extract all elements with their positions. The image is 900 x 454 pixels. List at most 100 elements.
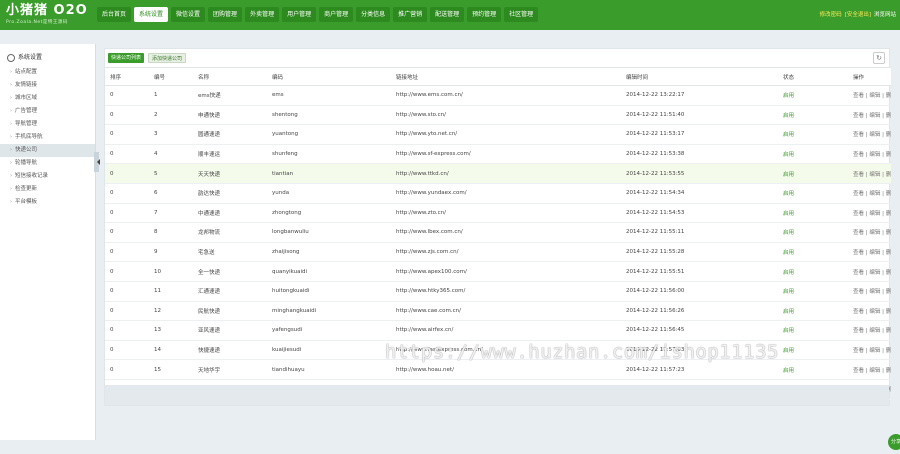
column-header: 操作 — [848, 67, 891, 86]
status-badge[interactable]: 启用 — [778, 203, 848, 224]
link-cell: http://www.airfex.cn/ — [391, 320, 621, 341]
table-cell: 顺丰速运 — [193, 144, 267, 165]
row-actions[interactable]: 查看 | 编辑 | 删除 — [848, 340, 891, 361]
table-row[interactable]: 0 6 韵达快递 yunda http://www.yundaex.com/2014-1… — [105, 183, 891, 204]
nav-item[interactable]: 微信设置 — [171, 7, 206, 22]
status-badge[interactable]: 启用 — [778, 242, 848, 263]
table-row[interactable]: 0 4 顺丰速运 shunfeng http://www.sf-express.com/… — [105, 144, 891, 165]
row-actions[interactable]: 查看 | 编辑 | 删除 — [848, 261, 891, 282]
row-actions[interactable]: 查看 | 编辑 | 删除 — [848, 281, 891, 302]
table-cell: 4 — [149, 144, 193, 165]
table-cell: 1 — [149, 85, 193, 106]
link-cell: http://www.sto.cn/ — [391, 105, 621, 126]
table-cell: yafengsudi — [267, 320, 391, 341]
row-actions[interactable]: 查看 | 编辑 | 删除 — [848, 301, 891, 322]
row-actions[interactable]: 查看 | 编辑 | 删除 — [848, 359, 891, 380]
row-actions[interactable]: 查看 | 编辑 | 删除 — [848, 183, 891, 204]
table-cell: 0 — [105, 301, 149, 322]
courier-list-tab[interactable]: 快递公司列表 — [108, 53, 145, 63]
sidebar-item[interactable]: › 平台模板 — [0, 196, 95, 209]
sidebar-item[interactable]: › 快递公司 — [0, 144, 95, 157]
table-cell: 天天快递 — [193, 163, 267, 184]
refresh-icon[interactable]: ↻ — [873, 52, 885, 64]
table-row[interactable]: 0 7 中通速递 zhongtong http://www.zto.cn/2014-12… — [105, 203, 891, 224]
row-actions[interactable]: 查看 | 编辑 | 删除 — [848, 144, 891, 165]
logo-title: 小猪猪 O2O — [6, 3, 88, 18]
nav-item[interactable]: 商户管理 — [319, 7, 354, 22]
status-badge[interactable]: 启用 — [778, 85, 848, 106]
status-badge[interactable]: 启用 — [778, 124, 848, 145]
table-cell: 2 — [149, 105, 193, 126]
status-badge[interactable]: 启用 — [778, 320, 848, 341]
table-row[interactable]: 0 12 民航快递 minghangkuaidi http://www.cae.com.… — [105, 301, 891, 322]
sidebar-item[interactable]: › 友情链接 — [0, 79, 95, 92]
table-cell: 圆通速递 — [193, 124, 267, 145]
change-password-link[interactable]: 修改密码 — [820, 10, 842, 18]
link-cell: http://www.yto.net.cn/ — [391, 124, 621, 145]
sidebar-item[interactable]: › 站点配置 — [0, 66, 95, 79]
table-row[interactable]: 0 3 圆通速递 yuantong http://www.yto.net.cn/2014… — [105, 124, 891, 145]
table-row[interactable]: 0 13 亚风速递 yafengsudi http://www.airfex.cn/20… — [105, 320, 891, 341]
nav-item[interactable]: 推广营销 — [393, 7, 428, 22]
chevron-right-icon: › — [10, 160, 12, 166]
table-row[interactable]: 0 1 ems快递 ems http://www.ems.com.cn/2014-12-… — [105, 85, 891, 106]
status-badge[interactable]: 启用 — [778, 163, 848, 184]
table-cell: yuantong — [267, 124, 391, 145]
nav-item[interactable]: 团购管理 — [208, 7, 243, 22]
sidebar-item[interactable]: › 短信接收记录 — [0, 170, 95, 183]
nav-item[interactable]: 后台首页 — [97, 7, 132, 22]
sidebar-item[interactable]: › 城市区域 — [0, 92, 95, 105]
float-share-button[interactable]: 分享 — [888, 434, 900, 450]
sidebar-item[interactable]: › 广告管理 — [0, 105, 95, 118]
nav-item[interactable]: 预约管理 — [467, 7, 502, 22]
row-actions[interactable]: 查看 | 编辑 | 删除 — [848, 203, 891, 224]
table-cell: 2014-12-22 11:54:34 — [621, 183, 778, 204]
logout-link[interactable]: [安全退出] — [845, 10, 871, 18]
sidebar-item[interactable]: › 轮播导航 — [0, 157, 95, 170]
table-cell: 0 — [105, 163, 149, 184]
status-badge[interactable]: 启用 — [778, 340, 848, 361]
view-site-link[interactable]: 浏览网站 — [874, 10, 896, 18]
table-cell: 6 — [149, 183, 193, 204]
table-row[interactable]: 0 11 汇通速递 huitongkuaidi http://www.htky365.c… — [105, 281, 891, 302]
gear-icon — [7, 54, 15, 62]
nav-item[interactable]: 系统设置 — [134, 7, 169, 22]
status-badge[interactable]: 启用 — [778, 301, 848, 322]
table-row[interactable]: 0 8 龙邦物流 longbanwuliu http://www.lbex.com.cn… — [105, 222, 891, 243]
status-badge[interactable]: 启用 — [778, 359, 848, 380]
status-badge[interactable]: 启用 — [778, 105, 848, 126]
nav-item[interactable]: 用户管理 — [282, 7, 317, 22]
table-row[interactable]: 0 2 申通快递 shentong http://www.sto.cn/2014-12-… — [105, 105, 891, 126]
nav-item[interactable]: 外卖管理 — [245, 7, 280, 22]
nav-item[interactable]: 配送管理 — [430, 7, 465, 22]
row-actions[interactable]: 查看 | 编辑 | 删除 — [848, 163, 891, 184]
row-actions[interactable]: 查看 | 编辑 | 删除 — [848, 124, 891, 145]
sidebar-item[interactable]: › 手机底导航 — [0, 131, 95, 144]
link-cell: http://www.htky365.com/ — [391, 281, 621, 302]
status-badge[interactable]: 启用 — [778, 281, 848, 302]
table-row[interactable]: 0 9 宅急送 zhaijisong http://www.zjs.com.cn/201… — [105, 242, 891, 263]
table-cell: 0 — [105, 320, 149, 341]
row-actions[interactable]: 查看 | 编辑 | 删除 — [848, 320, 891, 341]
row-actions[interactable]: 查看 | 编辑 | 删除 — [848, 85, 891, 106]
row-actions[interactable]: 查看 | 编辑 | 删除 — [848, 222, 891, 243]
status-badge[interactable]: 启用 — [778, 261, 848, 282]
table-cell: 0 — [105, 124, 149, 145]
row-actions[interactable]: 查看 | 编辑 | 删除 — [848, 242, 891, 263]
sidebar-item[interactable]: › 检查更新 — [0, 183, 95, 196]
row-actions[interactable]: 查看 | 编辑 | 删除 — [848, 105, 891, 126]
nav-item[interactable]: 社区管理 — [504, 7, 539, 22]
status-badge[interactable]: 启用 — [778, 222, 848, 243]
status-badge[interactable]: 启用 — [778, 144, 848, 165]
table-row[interactable]: 0 5 天天快递 tiantian http://www.ttkd.cn/2014-12… — [105, 163, 891, 184]
sidebar-collapse-handle[interactable] — [94, 152, 100, 172]
sidebar-menu: › 站点配置 › 友情链接 › 城市区域 › 广告管理 › 导航管理 › 手机底导航 › 快递公司 › 轮播导… — [0, 66, 95, 209]
table-cell: kuaijiesudi — [267, 340, 391, 361]
nav-item[interactable]: 分类信息 — [356, 7, 391, 22]
chevron-right-icon: › — [10, 121, 12, 127]
sidebar-item[interactable]: › 导航管理 — [0, 118, 95, 131]
table-row[interactable]: 0 10 全一快递 quanyikuaidi http://www.apex100.co… — [105, 261, 891, 282]
add-courier-button[interactable]: 添加快递公司 — [148, 53, 187, 63]
status-badge[interactable]: 启用 — [778, 183, 848, 204]
table-cell: 15 — [149, 359, 193, 380]
